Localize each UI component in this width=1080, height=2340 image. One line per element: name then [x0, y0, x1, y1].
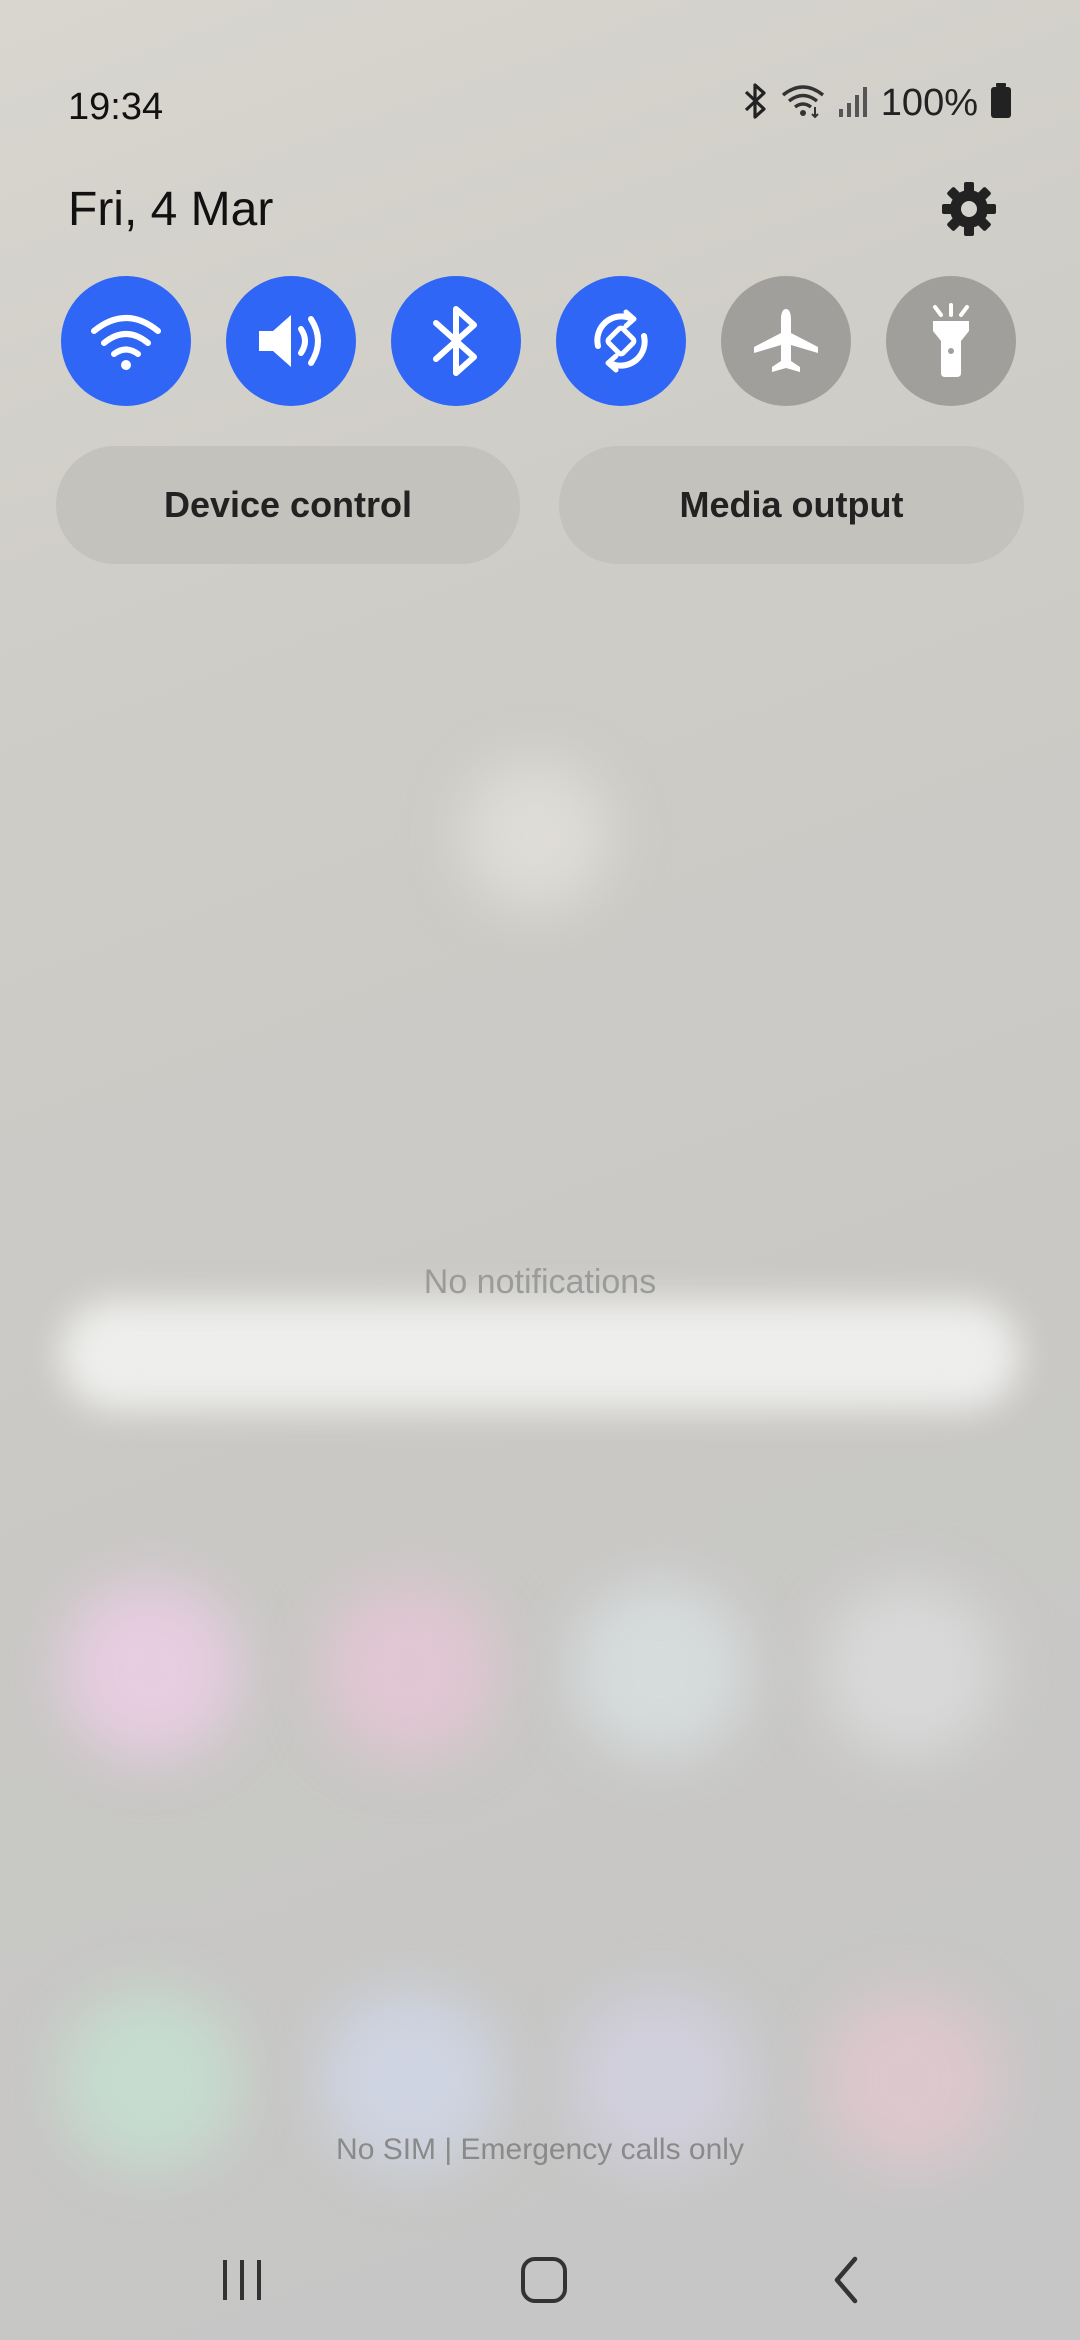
back-button[interactable] [802, 2240, 892, 2320]
flashlight-toggle[interactable] [886, 276, 1016, 406]
bluetooth-toggle[interactable] [391, 276, 521, 406]
auto-rotate-toggle[interactable] [556, 276, 686, 406]
date-label: Fri, 4 Mar [68, 183, 274, 236]
clock: 19:34 [68, 86, 164, 128]
home-icon [521, 2257, 567, 2303]
wifi-toggle[interactable] [61, 276, 191, 406]
airplane-mode-toggle[interactable] [721, 276, 851, 406]
rotate-icon [594, 309, 648, 373]
wifi-icon [781, 83, 825, 124]
bluetooth-icon [743, 83, 769, 124]
signal-icon [837, 83, 869, 124]
device-control-button[interactable]: Device control [56, 446, 520, 564]
gear-icon[interactable] [940, 180, 998, 238]
no-notifications-label: No notifications [423, 1263, 657, 1301]
battery-icon [990, 83, 1012, 124]
home-button[interactable] [499, 2240, 589, 2320]
sound-toggle[interactable] [226, 276, 356, 406]
status-icons: 100% [743, 82, 1012, 125]
wifi-icon [91, 315, 161, 370]
battery-percent: 100% [880, 82, 978, 124]
media-output-button[interactable]: Media output [559, 446, 1024, 564]
back-icon [834, 2256, 858, 2304]
recents-button[interactable] [197, 2240, 287, 2320]
speaker-icon [259, 315, 321, 367]
airplane-icon [754, 309, 818, 372]
status-bar: 19:34 100% [0, 0, 1080, 200]
bluetooth-icon [433, 306, 477, 376]
carrier-status: No SIM | Emergency calls only [336, 2133, 744, 2166]
recents-icon [223, 2260, 261, 2300]
flashlight-icon [933, 303, 969, 377]
